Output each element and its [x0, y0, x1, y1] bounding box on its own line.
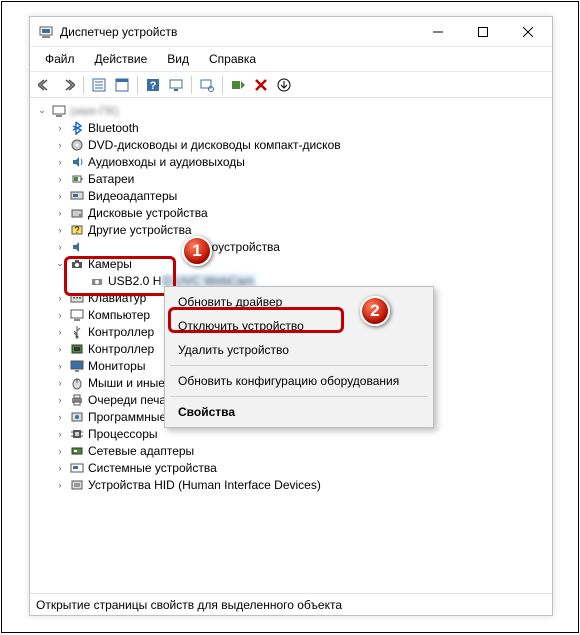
tree-item-cameras[interactable]: ⌄ Камеры	[32, 255, 550, 272]
tree-item-video[interactable]: › Видеоадаптеры	[32, 187, 550, 204]
tree-label: DVD-дисководы и дисководы компакт-дисков	[88, 138, 341, 152]
camera-device-icon	[89, 273, 105, 289]
uninstall-button[interactable]	[250, 74, 272, 96]
system-devices-icon	[69, 460, 85, 476]
computer-icon	[69, 307, 85, 323]
device-manager-window: Диспетчер устройств Файл Действие Вид Сп…	[29, 16, 553, 616]
usb-icon	[69, 324, 85, 340]
monitor-button[interactable]	[165, 74, 187, 96]
statusbar: Открытие страницы свойств для выделенног…	[30, 593, 552, 615]
tree-label: Аудиовходы и аудиовыходы	[88, 155, 245, 169]
menu-help[interactable]: Справка	[200, 49, 265, 69]
device-tree[interactable]: ⌄ (имя-ПК) › Bluetooth › DVD-дисководы и…	[30, 98, 552, 593]
menubar: Файл Действие Вид Справка	[30, 47, 552, 72]
context-scan-hardware[interactable]: Обновить конфигурацию оборудования	[168, 369, 430, 393]
network-adapter-icon	[69, 443, 85, 459]
printer-icon	[69, 392, 85, 408]
tree-label: Компьютер	[88, 308, 150, 322]
tree-label: USB2.0 H	[108, 274, 161, 288]
tree-item-battery[interactable]: › Батареи	[32, 170, 550, 187]
other-devices-icon: ?	[69, 222, 85, 238]
app-icon	[38, 24, 54, 40]
tree-item-system[interactable]: › Системные устройства	[32, 459, 550, 476]
tree-label: Системные устройства	[88, 461, 217, 475]
context-properties[interactable]: Свойства	[168, 400, 430, 424]
tree-item-audio[interactable]: › Аудиовходы и аудиовыходы	[32, 153, 550, 170]
tree-label: Видеоадаптеры	[88, 189, 177, 203]
context-update-driver[interactable]: Обновить драйвер	[168, 290, 430, 314]
tree-label: Другие устройства	[88, 223, 192, 237]
context-disable-device[interactable]: Отключить устройство	[168, 314, 430, 338]
tree-label: Контроллер	[88, 325, 154, 339]
tree-item-hid[interactable]: › Устройства HID (Human Interface Device…	[32, 476, 550, 493]
cpu-icon	[69, 426, 85, 442]
tree-label: Дисковые устройства	[88, 206, 208, 220]
sound-video-icon	[69, 239, 85, 255]
audio-icon	[69, 154, 85, 170]
camera-icon	[69, 256, 85, 272]
context-separator	[170, 365, 428, 366]
context-remove-device[interactable]: Удалить устройство	[168, 338, 430, 362]
bluetooth-icon	[69, 120, 85, 136]
tree-item-other[interactable]: › ? Другие устройства	[32, 221, 550, 238]
properties-button[interactable]	[111, 74, 133, 96]
tree-item-sound-video[interactable]: › Звуковые, видео и идеоустройства	[32, 238, 550, 255]
software-device-icon	[69, 409, 85, 425]
context-menu: Обновить драйвер Отключить устройство Уд…	[164, 286, 434, 428]
tree-label: Процессоры	[88, 427, 158, 441]
monitor-icon	[69, 358, 85, 374]
close-button[interactable]	[505, 18, 550, 46]
window-title: Диспетчер устройств	[60, 25, 415, 39]
help-button[interactable]: ?	[142, 74, 164, 96]
tree-label: Контроллер	[88, 342, 154, 356]
disk-icon	[69, 205, 85, 221]
hid-icon	[69, 477, 85, 493]
expander-open-icon[interactable]: ⌄	[54, 258, 66, 269]
titlebar: Диспетчер устройств	[30, 17, 552, 47]
display-adapter-icon	[69, 188, 85, 204]
tree-label: идеоустройства	[191, 240, 280, 254]
window-controls	[415, 18, 550, 46]
statusbar-text: Открытие страницы свойств для выделенног…	[36, 598, 342, 612]
tree-item-disk[interactable]: › Дисковые устройства	[32, 204, 550, 221]
toolbar: ?	[30, 72, 552, 98]
tree-label: Клавиатур	[88, 291, 146, 305]
maximize-button[interactable]	[460, 18, 505, 46]
tree-label: Устройства HID (Human Interface Devices)	[88, 478, 321, 492]
details-button[interactable]	[88, 74, 110, 96]
expander-open-icon[interactable]: ⌄	[36, 105, 48, 116]
tree-label: Камеры	[88, 257, 132, 271]
battery-icon	[69, 171, 85, 187]
tree-label: Батареи	[88, 172, 134, 186]
svg-text:?: ?	[150, 80, 157, 92]
tree-item-dvd[interactable]: › DVD-дисководы и дисководы компакт-диск…	[32, 136, 550, 153]
menu-view[interactable]: Вид	[158, 49, 198, 69]
back-button[interactable]	[34, 74, 56, 96]
tree-label: Сетевые адаптеры	[88, 444, 194, 458]
tree-label: Мониторы	[88, 359, 145, 373]
root-node[interactable]: ⌄ (имя-ПК)	[32, 102, 550, 119]
scan-button[interactable]	[196, 74, 218, 96]
menu-file[interactable]: Файл	[36, 49, 84, 69]
svg-text:?: ?	[74, 225, 79, 235]
storage-controller-icon	[69, 341, 85, 357]
tree-item-bluetooth[interactable]: › Bluetooth	[32, 119, 550, 136]
tree-item-network[interactable]: › Сетевые адаптеры	[32, 442, 550, 459]
computer-icon	[51, 103, 67, 119]
mouse-icon	[69, 375, 85, 391]
root-label: (имя-ПК)	[70, 104, 119, 118]
down-arrow-button[interactable]	[273, 74, 295, 96]
menu-action[interactable]: Действие	[86, 49, 157, 69]
minimize-button[interactable]	[415, 18, 460, 46]
context-separator	[170, 396, 428, 397]
disc-drive-icon	[69, 137, 85, 153]
keyboard-icon	[69, 290, 85, 306]
tree-label: Bluetooth	[88, 121, 139, 135]
enable-button[interactable]	[227, 74, 249, 96]
forward-button[interactable]	[57, 74, 79, 96]
